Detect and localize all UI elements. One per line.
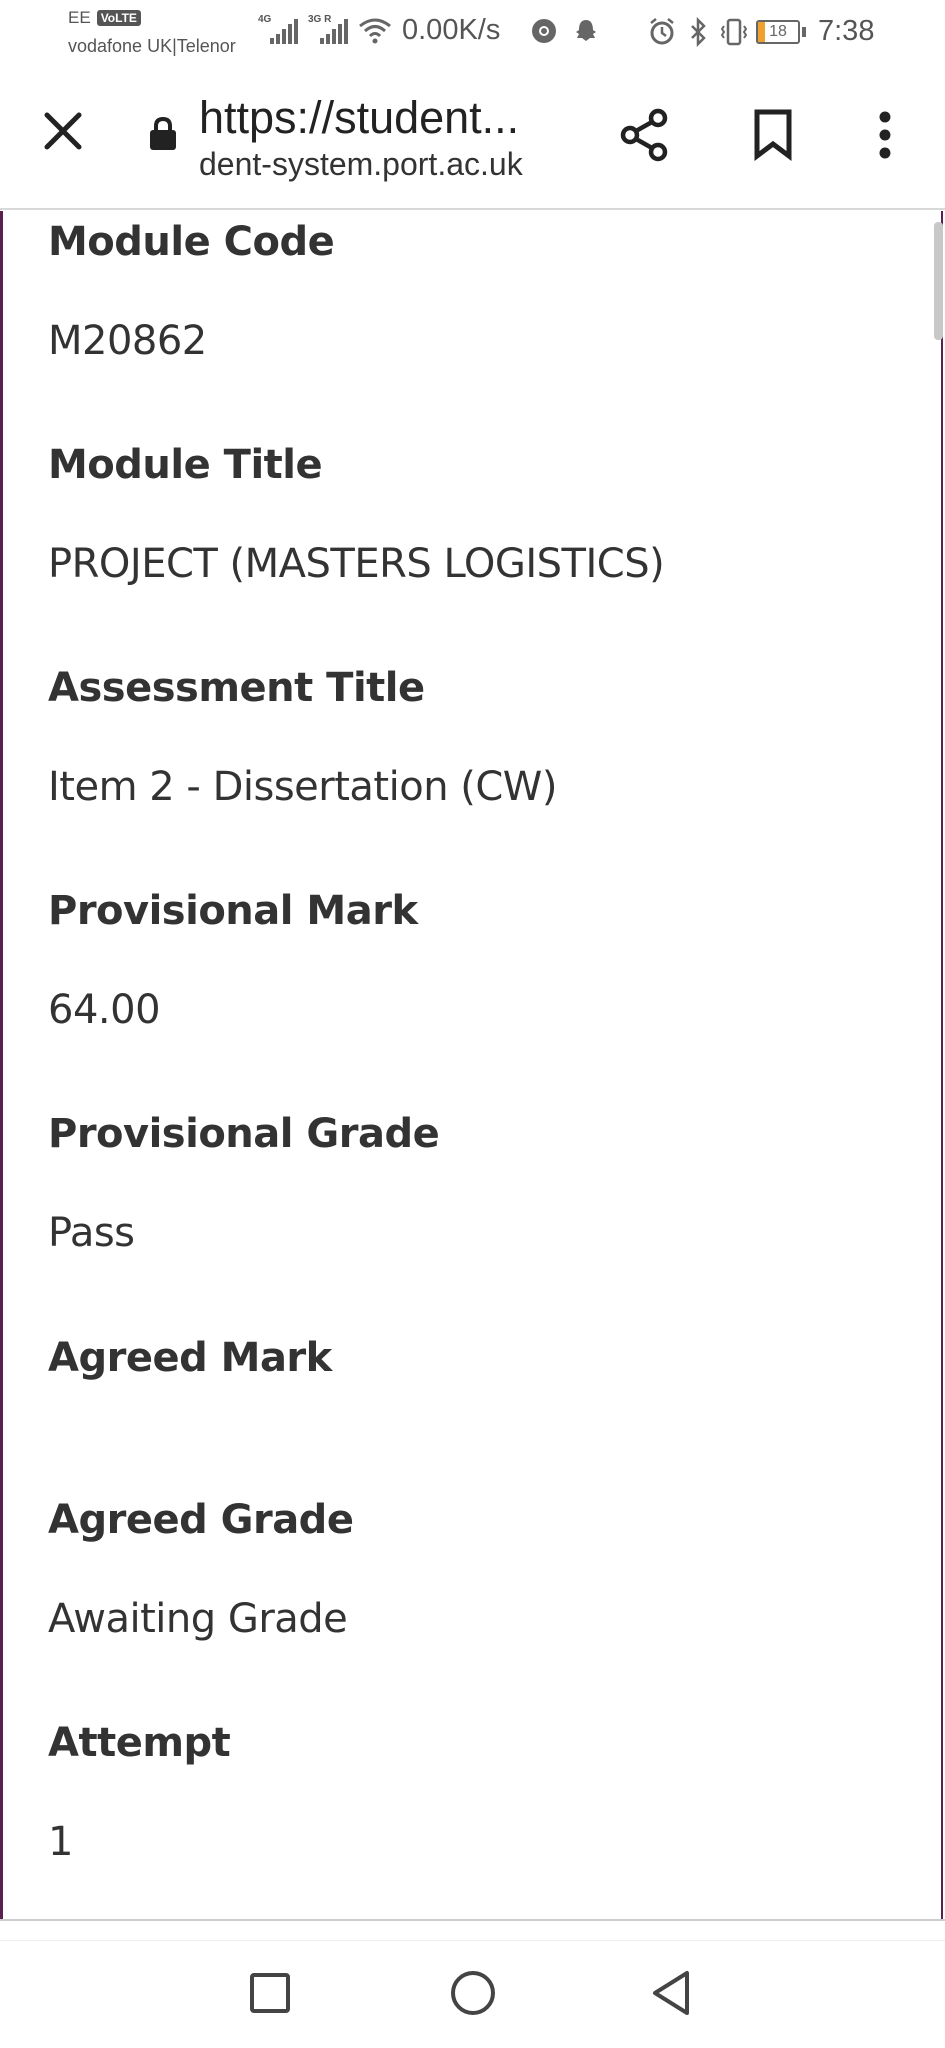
assessment-title-label: Assessment Title: [48, 665, 425, 711]
close-button[interactable]: [36, 104, 90, 158]
navigation-bar: [0, 1940, 945, 2048]
alarm-icon: [650, 17, 674, 44]
agreed-grade-value: Awaiting Grade: [48, 1596, 348, 1642]
home-button[interactable]: [443, 1963, 503, 2023]
vibrate-icon: [720, 18, 748, 45]
recent-apps-button[interactable]: [240, 1963, 300, 2023]
lock-icon: [150, 116, 176, 150]
scrollbar[interactable]: [934, 222, 943, 340]
carrier-secondary: vodafone UK|Telenor: [68, 36, 236, 56]
module-title-value: PROJECT (MASTERS LOGISTICS): [48, 541, 665, 587]
signal-indicators: 4G 3G R: [258, 14, 392, 44]
volte-badge: VoLTE: [96, 10, 141, 26]
attempt-value: 1: [48, 1819, 73, 1865]
notification-icons: [530, 17, 600, 45]
status-bar: EE VoLTE vodafone UK|Telenor 4G 3G R 0.0…: [0, 0, 945, 64]
chrome-icon: [532, 19, 556, 43]
provisional-grade-value: Pass: [48, 1210, 135, 1256]
agreed-grade-label: Agreed Grade: [48, 1497, 354, 1543]
browser-toolbar: https://student... dent-system.port.ac.u…: [0, 64, 945, 210]
snapchat-icon: [576, 20, 596, 41]
security-indicator[interactable]: [146, 114, 180, 154]
wifi-icon: [359, 18, 391, 44]
battery-level: 18: [769, 22, 787, 40]
bluetooth-icon: [691, 16, 706, 47]
provisional-mark-label: Provisional Mark: [48, 888, 418, 934]
clock: 7:38: [818, 15, 875, 47]
signal-icon: 3G R: [308, 14, 348, 44]
home-icon: [451, 1971, 495, 2015]
bookmark-icon: [754, 109, 792, 161]
back-button[interactable]: [641, 1963, 701, 2023]
page-content[interactable]: Module Code M20862 Module Title PROJECT …: [0, 211, 945, 1921]
assessment-title-value: Item 2 - Dissertation (CW): [48, 764, 557, 810]
provisional-grade-label: Provisional Grade: [48, 1111, 440, 1157]
more-vert-icon: [879, 111, 891, 159]
battery-cap: [802, 26, 806, 37]
module-code-label: Module Code: [48, 219, 335, 265]
close-icon: [44, 112, 82, 150]
back-icon: [653, 1971, 689, 2015]
battery-icon: 18: [756, 19, 800, 44]
share-icon: [620, 108, 668, 162]
content-divider: [0, 1919, 945, 1921]
signal-icon: 4G: [258, 14, 298, 44]
agreed-mark-label: Agreed Mark: [48, 1335, 332, 1381]
recent-apps-icon: [250, 1973, 290, 2013]
carrier-primary-label: EE: [68, 8, 91, 27]
share-button[interactable]: [614, 104, 676, 166]
page-title[interactable]: https://student...: [199, 92, 519, 144]
system-icons: 18 7:38: [648, 15, 874, 48]
attempt-label: Attempt: [48, 1720, 231, 1766]
bookmark-button[interactable]: [742, 104, 804, 166]
carrier-primary: EE VoLTE: [68, 8, 141, 28]
more-options-button[interactable]: [868, 104, 902, 166]
url-host[interactable]: dent-system.port.ac.uk: [199, 146, 523, 183]
network-speed: 0.00K/s: [402, 14, 501, 46]
module-code-value: M20862: [48, 318, 207, 364]
provisional-mark-value: 64.00: [48, 987, 161, 1033]
module-title-label: Module Title: [48, 442, 323, 488]
